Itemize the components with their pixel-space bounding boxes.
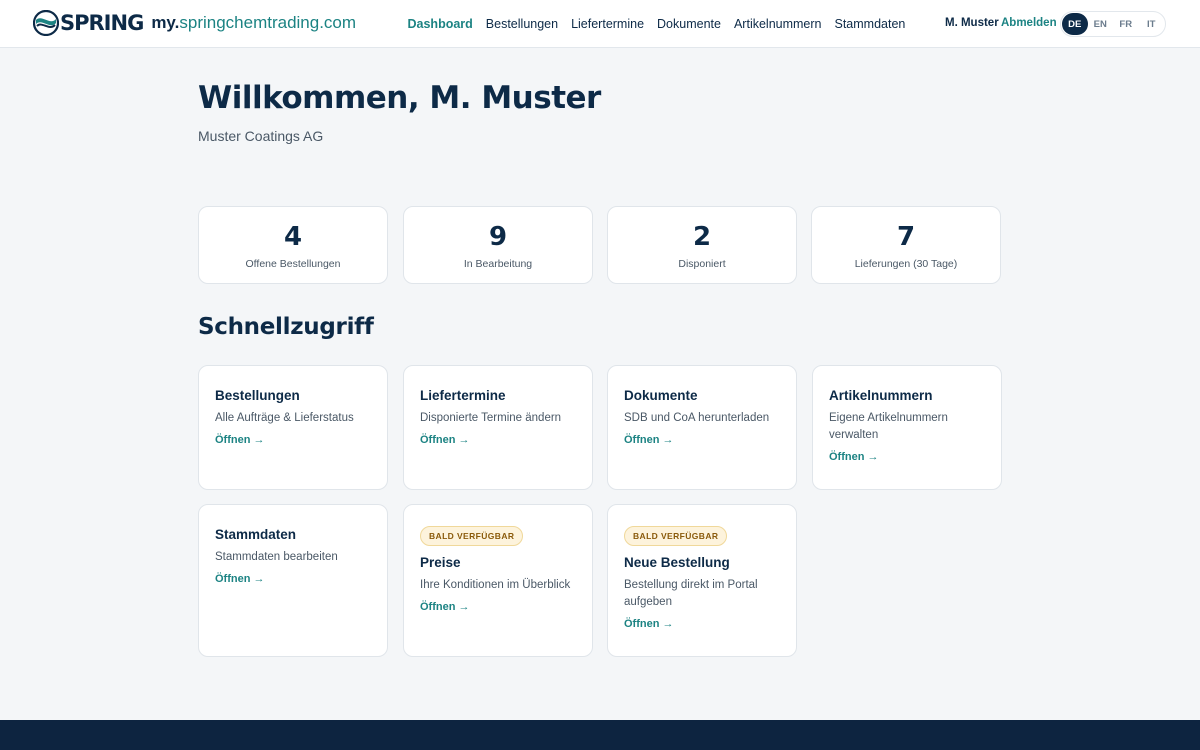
nav-item-dokumente[interactable]: Dokumente (657, 17, 721, 31)
stat-card-scheduled: 2 Disponiert (607, 206, 797, 284)
quick-card-artikelnummern[interactable]: Artikelnummern Eigene Artikelnummern ver… (812, 365, 1002, 490)
quick-card-bestellungen[interactable]: Bestellungen Alle Aufträge & Lieferstatu… (198, 365, 388, 490)
quick-card-preise[interactable]: BALD VERFÜGBAR Preise Ihre Konditionen i… (403, 504, 593, 657)
card-open-link[interactable]: Öffnen → (420, 601, 470, 613)
card-open-link[interactable]: Öffnen → (829, 451, 879, 463)
page-title: Willkommen, M. Muster (198, 80, 601, 116)
nav-item-liefertermine[interactable]: Liefertermine (571, 17, 644, 31)
card-description: SDB und CoA herunterladen (624, 412, 770, 424)
lang-en[interactable]: EN (1088, 13, 1114, 35)
nav-item-artikelnummern[interactable]: Artikelnummern (734, 17, 822, 31)
main-nav: Dashboard Bestellungen Liefertermine Dok… (401, 0, 912, 48)
spring-logo-icon (33, 10, 59, 36)
coming-soon-badge: BALD VERFÜGBAR (420, 526, 524, 546)
card-title: Stammdaten (215, 527, 297, 542)
logout-link[interactable]: Abmelden (1001, 17, 1057, 29)
stat-label: Lieferungen (30 Tage) (854, 258, 958, 270)
card-open-link[interactable]: Öffnen → (215, 573, 265, 585)
stat-value: 4 (283, 222, 303, 252)
lang-it[interactable]: IT (1139, 13, 1165, 35)
coming-soon-badge: BALD VERFÜGBAR (624, 526, 728, 546)
quick-card-dokumente[interactable]: Dokumente SDB und CoA herunterladen Öffn… (607, 365, 797, 490)
card-title: Bestellungen (215, 388, 300, 403)
nav-item-bestellungen[interactable]: Bestellungen (486, 17, 558, 31)
card-description: Disponierte Termine ändern (420, 412, 562, 424)
card-open-link[interactable]: Öffnen → (215, 434, 265, 446)
card-title: Artikelnummern (829, 388, 933, 403)
stat-card-open-orders: 4 Offene Bestellungen (198, 206, 388, 284)
language-switcher: DE EN FR IT (1060, 11, 1166, 37)
stat-card-in-progress: 9 In Bearbeitung (403, 206, 593, 284)
card-description: Stammdaten bearbeiten (215, 551, 338, 563)
brand-wordmark: SPRING (60, 11, 144, 35)
brand-domain-rest: springchemtrading.com (179, 13, 357, 32)
stat-label: Disponiert (678, 258, 726, 270)
card-description: Alle Aufträge & Lieferstatus (215, 412, 354, 424)
nav-item-stammdaten[interactable]: Stammdaten (835, 17, 906, 31)
card-open-link[interactable]: Öffnen → (624, 618, 674, 630)
stat-label: In Bearbeitung (463, 258, 533, 270)
card-title: Liefertermine (420, 388, 506, 403)
stat-value: 7 (896, 222, 916, 252)
card-description: Eigene Artikelnummern verwalten (829, 412, 948, 441)
card-description: Bestellung direkt im Portal aufgeben (624, 579, 758, 608)
brand[interactable]: SPRING my.springchemtrading.com (33, 10, 356, 36)
page-footer (0, 720, 1200, 750)
lang-de[interactable]: DE (1062, 13, 1088, 35)
stat-value: 9 (488, 222, 508, 252)
brand-domain-prefix: my. (151, 13, 180, 32)
card-description: Ihre Konditionen im Überblick (420, 579, 571, 591)
quick-card-stammdaten[interactable]: Stammdaten Stammdaten bearbeiten Öffnen … (198, 504, 388, 657)
stat-label: Offene Bestellungen (245, 258, 341, 270)
quick-card-neue-bestellung[interactable]: BALD VERFÜGBAR Neue Bestellung Bestellun… (607, 504, 797, 657)
nav-item-dashboard[interactable]: Dashboard (408, 17, 473, 31)
card-title: Preise (420, 555, 461, 570)
card-open-link[interactable]: Öffnen → (420, 434, 470, 446)
quick-card-liefertermine[interactable]: Liefertermine Disponierte Termine ändern… (403, 365, 593, 490)
company-name: Muster Coatings AG (198, 128, 324, 144)
card-title: Neue Bestellung (624, 555, 730, 570)
brand-domain: my.springchemtrading.com (151, 13, 356, 33)
stat-value: 2 (692, 222, 712, 252)
card-title: Dokumente (624, 388, 698, 403)
card-open-link[interactable]: Öffnen → (624, 434, 674, 446)
lang-fr[interactable]: FR (1113, 13, 1139, 35)
section-title-quick-access: Schnellzugriff (198, 314, 374, 340)
top-header: SPRING my.springchemtrading.com Dashboar… (0, 0, 1200, 48)
user-name: M. Muster (945, 17, 999, 29)
stat-card-deliveries-30d: 7 Lieferungen (30 Tage) (811, 206, 1001, 284)
